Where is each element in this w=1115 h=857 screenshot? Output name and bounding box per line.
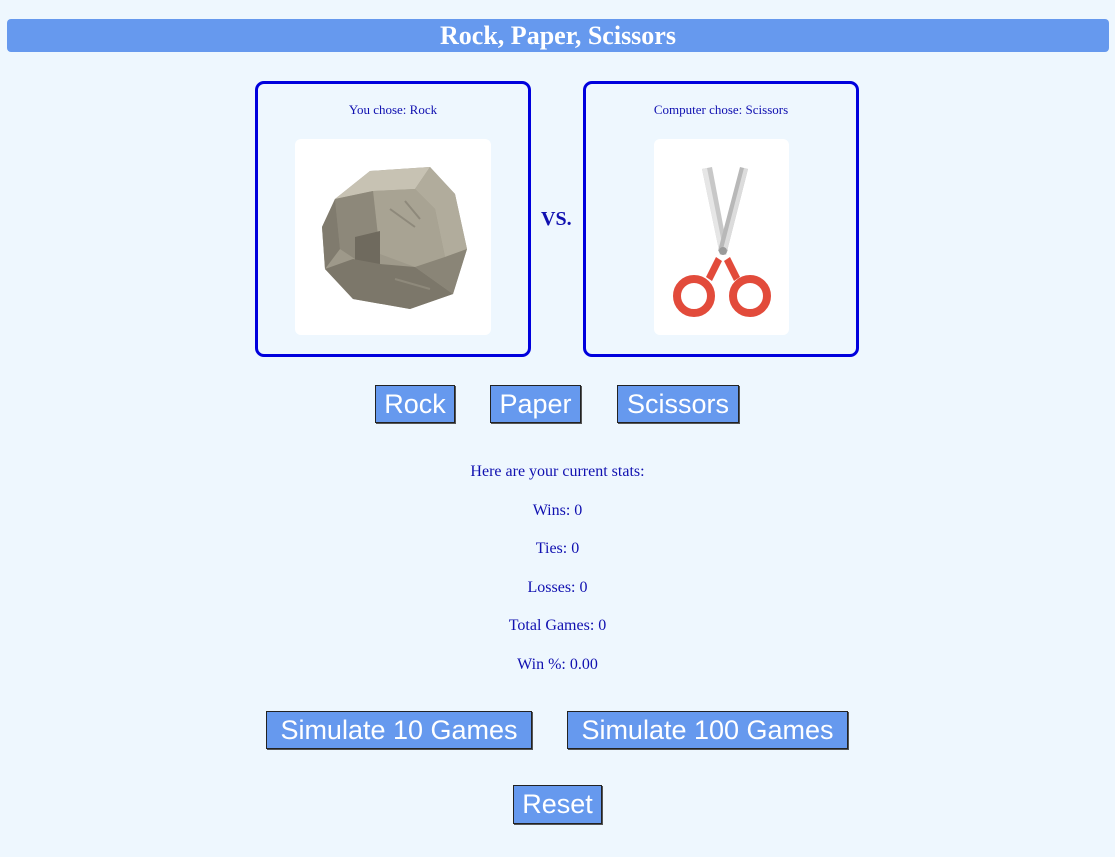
scissors-button[interactable]: Scissors xyxy=(617,385,739,423)
stat-losses: Losses: 0 xyxy=(527,579,588,596)
computer-choice-image xyxy=(654,139,789,335)
simulate-10-games-button[interactable]: Simulate 10 Games xyxy=(266,711,532,749)
stat-total-games: Total Games: 0 xyxy=(508,617,607,634)
page-title: Rock, Paper, Scissors xyxy=(7,19,1109,52)
player-choice-image xyxy=(295,139,491,335)
rock-button[interactable]: Rock xyxy=(375,385,455,423)
stat-wins: Wins: 0 xyxy=(532,502,583,519)
computer-choice-panel: Computer chose: Scissors xyxy=(583,81,859,357)
versus-label: VS. xyxy=(541,208,572,230)
simulate-100-games-button[interactable]: Simulate 100 Games xyxy=(567,711,848,749)
stat-ties: Ties: 0 xyxy=(535,540,580,557)
stats-intro: Here are your current stats: xyxy=(470,463,645,480)
rock-icon xyxy=(322,167,467,309)
player-choice-panel: You chose: Rock xyxy=(255,81,531,357)
scissors-icon xyxy=(673,167,771,317)
paper-button[interactable]: Paper xyxy=(490,385,581,423)
stat-win-percent: Win %: 0.00 xyxy=(517,656,598,673)
player-choice-label: You chose: Rock xyxy=(348,102,438,117)
reset-button[interactable]: Reset xyxy=(513,785,602,824)
computer-choice-label: Computer chose: Scissors xyxy=(653,102,789,117)
